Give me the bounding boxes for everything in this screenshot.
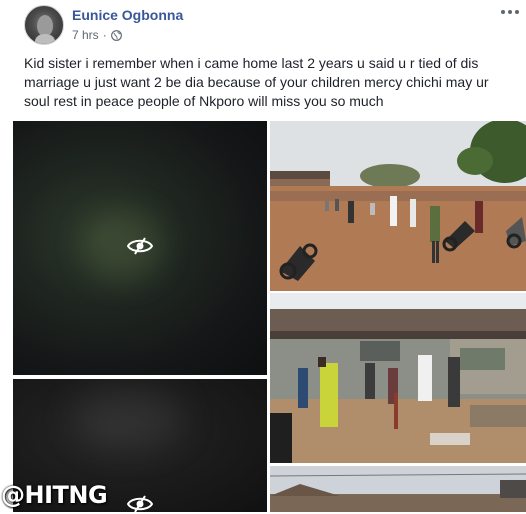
hidden-eye-icon[interactable] (127, 494, 153, 514)
post-meta: 7 hrs · (72, 28, 122, 42)
building-scene-graphic (270, 293, 526, 463)
roof-scene-graphic (270, 466, 526, 512)
photo-building-crowd[interactable] (270, 293, 526, 463)
photo-roof-scene[interactable] (270, 466, 526, 512)
photo-street-crowd[interactable] (270, 121, 526, 291)
author-avatar[interactable] (24, 5, 64, 45)
more-dot (515, 10, 519, 14)
watermark: @HITNG (1, 481, 108, 509)
post-text: Kid sister i remember when i came home l… (24, 55, 489, 109)
post-timestamp-link[interactable]: 7 hrs (72, 28, 99, 42)
author-name-link[interactable]: Eunice Ogbonna (72, 7, 183, 23)
street-scene-graphic (270, 121, 526, 291)
facebook-post: Eunice Ogbonna 7 hrs · Kid sister i reme… (0, 0, 526, 514)
meta-separator: · (102, 28, 107, 42)
globe-icon[interactable] (110, 29, 122, 41)
blur-shape (73, 389, 183, 449)
hidden-eye-icon[interactable] (127, 236, 153, 256)
more-dot (501, 10, 505, 14)
avatar-shoulders (35, 34, 55, 44)
more-dot (508, 10, 512, 14)
more-options-icon[interactable] (498, 2, 522, 22)
